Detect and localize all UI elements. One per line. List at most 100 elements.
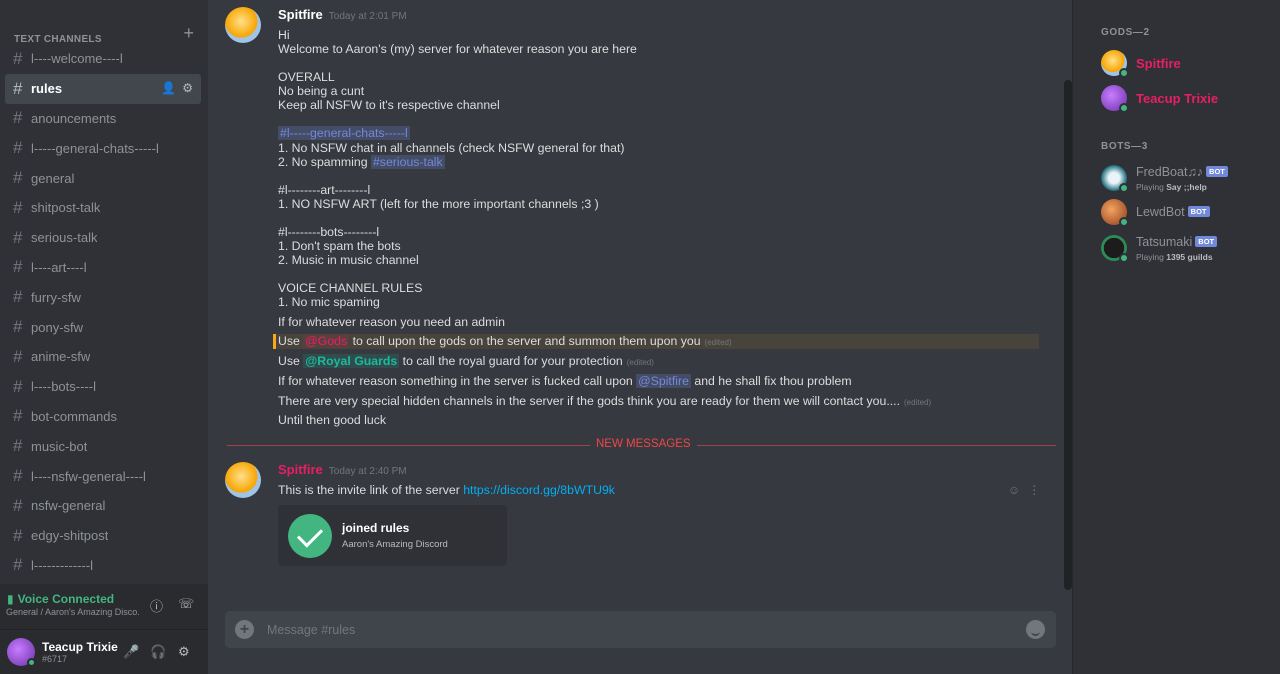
voice-status[interactable]: ▮ Voice Connected [7,592,114,606]
edited-label: (edited) [704,338,732,347]
bot-name: Tatsumaki [1136,235,1193,249]
channel-list: # l----welcome----l # rules 👤 ⚙ # anounceme… [5,44,201,580]
user-panel: Teacup Trixie #6717 🎤 🎧 ⚙ [0,630,208,674]
message-author[interactable]: Spitfire Today at 2:40 PM [278,462,407,477]
line-text: to call upon the gods on the server and … [349,334,701,348]
activity-prefix: Playing [1136,252,1167,262]
member-item[interactable]: Spitfire [1101,50,1271,80]
channel-name: rules [31,81,63,97]
message-line: If for whatever reason something in the … [278,374,852,389]
disconnect-icon[interactable]: ☏ [178,596,194,612]
channel-end-divider[interactable]: # l-------------l [5,551,201,581]
text-channels-header[interactable]: TEXT CHANNELS + [14,23,194,45]
message-group: Spitfire Today at 2:40 PM This is the inv… [225,462,1055,572]
info-icon[interactable]: ⓘ [150,596,163,615]
channel-name: l-------------l [31,557,94,573]
line-text: 2. No spamming [278,155,371,169]
online-status-icon [1119,253,1129,263]
hash-icon: # [13,406,23,426]
message-line: Keep all NSFW to it's respective channel [278,98,500,112]
channel-art-divider[interactable]: # l----art----l [5,253,201,283]
message-line: This is the invite link of the server ht… [278,483,615,498]
more-options-icon[interactable]: ⋮ [1028,483,1040,497]
emoji-icon[interactable] [1026,620,1045,639]
channel-mention[interactable]: #serious-talk [370,155,445,169]
member-item[interactable]: Tatsumaki BOT Playing 1395 guilds [1101,235,1271,265]
channel-edgy-shitpost[interactable]: # edgy-shitpost [5,521,201,551]
bot-name: FredBoat♫♪ [1136,165,1204,179]
channel-serious-talk[interactable]: # serious-talk [5,223,201,253]
channel-nsfw-general-divider[interactable]: # l----nsfw-general----l [5,461,201,491]
message-input-bar: + [225,611,1056,648]
role-mention-royal-guards[interactable]: @Royal Guards [303,354,400,368]
channel-actions: 👤 ⚙ [161,81,193,95]
channel-music-bot[interactable]: # music-bot [5,431,201,461]
gear-icon[interactable]: ⚙ [178,644,190,660]
channel-name: shitpost-talk [31,200,101,216]
activity-name: Say ;;help [1166,182,1207,192]
voice-channel-location[interactable]: General / Aaron's Amazing Disco... [6,607,140,617]
channel-name: anime-sfw [31,349,91,365]
channel-anime-sfw[interactable]: # anime-sfw [5,342,201,372]
channel-bots-divider[interactable]: # l----bots----l [5,372,201,402]
author-name: Spitfire [278,7,323,22]
member-item[interactable]: LewdBot BOT [1101,199,1271,229]
activity-prefix: Playing [1136,182,1167,192]
channel-pony-sfw[interactable]: # pony-sfw [5,312,201,342]
channel-general[interactable]: # general [5,163,201,193]
message-line: There are very special hidden channels i… [278,394,931,410]
nsfw-hash-icon: # [13,495,23,515]
add-channel-icon[interactable]: + [183,23,194,44]
channel-rules[interactable]: # rules 👤 ⚙ [5,73,201,104]
gear-icon[interactable]: ⚙ [182,81,193,95]
avatar[interactable] [225,7,261,43]
channel-shitpost-talk[interactable]: # shitpost-talk [5,193,201,223]
line-text: This is the invite link of the server [278,483,464,497]
message-author[interactable]: Spitfire Today at 2:01 PM [278,7,407,22]
headphones-icon[interactable]: 🎧 [150,644,166,660]
invite-embed[interactable]: joined rules Aaron's Amazing Discord [278,505,507,566]
channel-furry-sfw[interactable]: # furry-sfw [5,282,201,312]
message-line: #l--------art--------l [278,183,371,197]
voice-connection-panel: ▮ Voice Connected General / Aaron's Amaz… [0,584,208,630]
channel-general-chats-divider[interactable]: # l-----general-chats-----l [5,133,201,163]
member-list: GODS—2 Spitfire Teacup Trixie BOTS—3 Fre… [1072,0,1280,674]
hash-icon: # [13,287,23,307]
channel-nsfw-general[interactable]: # nsfw-general [5,491,201,521]
channel-name: nsfw-general [31,498,106,514]
member-activity: Playing Say ;;help [1136,182,1207,192]
channel-name: general [31,170,75,186]
hash-icon: # [13,227,23,247]
message-line: Use @Gods to call upon the gods on the s… [278,334,732,350]
invite-user-icon[interactable]: 👤 [161,81,176,95]
online-status-icon [1119,68,1129,78]
bot-tag: BOT [1195,236,1218,247]
channel-bot-commands[interactable]: # bot-commands [5,402,201,432]
chat-scrollbar[interactable] [1064,80,1072,590]
channel-name: l----nsfw-general----l [31,468,146,484]
upload-plus-icon[interactable]: + [235,620,254,639]
discord-app: TEXT CHANNELS + # l----welcome----l # rule… [0,0,1280,674]
member-item[interactable]: Teacup Trixie [1101,85,1271,115]
invite-link[interactable]: https://discord.gg/8bWTU9k [463,483,615,497]
hash-icon: # [13,555,23,575]
channel-anouncements[interactable]: # anouncements [5,104,201,134]
avatar[interactable] [225,462,261,498]
edited-label: (edited) [626,358,654,367]
user-mention[interactable]: @Spitfire [636,374,691,388]
channel-name: music-bot [31,438,88,454]
microphone-icon[interactable]: 🎤 [123,644,139,660]
activity-name: 1395 guilds [1166,252,1213,262]
hash-icon: # [13,48,23,68]
member-item[interactable]: FredBoat♫♪ BOT Playing Say ;;help [1101,165,1271,195]
role-mention-gods[interactable]: @Gods [303,334,350,348]
message-input[interactable] [267,611,1007,648]
channel-welcome[interactable]: # l----welcome----l [5,44,201,74]
message-hover-actions: ☺ ⋮ [1008,483,1040,497]
add-reaction-icon[interactable]: ☺ [1008,483,1020,497]
member-name: LewdBot BOT [1136,205,1210,219]
channel-mention[interactable]: #l-----general-chats-----l [278,126,410,140]
new-messages-label[interactable]: NEW MESSAGES [590,438,697,450]
channel-name: serious-talk [31,230,98,246]
message-line: OVERALL [278,70,335,84]
